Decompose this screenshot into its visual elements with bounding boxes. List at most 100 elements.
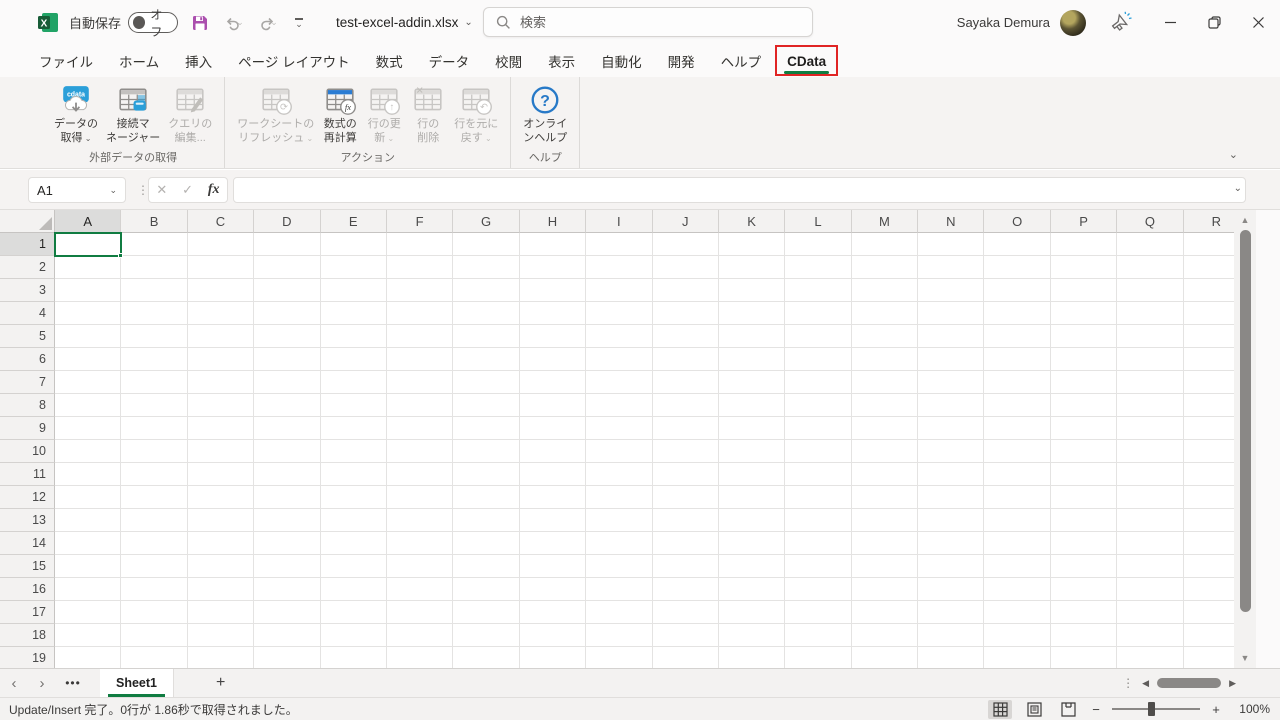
grid-cell[interactable]: [1050, 279, 1118, 302]
tab-developer[interactable]: 開発: [655, 46, 708, 76]
grid-cell[interactable]: [187, 532, 255, 555]
grid-cell[interactable]: [187, 601, 255, 624]
grid-cell[interactable]: [785, 509, 852, 532]
grid-cell[interactable]: [586, 302, 653, 325]
grid-cell[interactable]: [254, 555, 321, 578]
grid-cell[interactable]: [785, 624, 852, 647]
grid-cell[interactable]: [586, 601, 653, 624]
column-header-G[interactable]: G: [453, 210, 520, 233]
grid-cell[interactable]: [1117, 348, 1184, 371]
grid-cell[interactable]: [652, 417, 719, 440]
grid-cell[interactable]: [851, 532, 919, 555]
grid-cell[interactable]: [187, 325, 255, 348]
grid-cell[interactable]: [1117, 440, 1184, 463]
get-data-button[interactable]: cdata データの 取得 ⌄: [50, 80, 102, 147]
grid-cell[interactable]: [519, 440, 587, 463]
document-title[interactable]: test-excel-addin.xlsx ⌄: [336, 15, 473, 30]
grid-cell[interactable]: [254, 417, 321, 440]
tab-help[interactable]: ヘルプ: [708, 46, 775, 76]
grid-cell[interactable]: [121, 486, 188, 509]
grid-cell[interactable]: [851, 463, 919, 486]
row-header-16[interactable]: 16: [0, 578, 55, 601]
grid-cell[interactable]: [519, 256, 587, 279]
collapse-ribbon-chevron-icon[interactable]: ⌄: [1229, 148, 1238, 161]
grid-cell[interactable]: [718, 256, 786, 279]
grid-cell[interactable]: [718, 325, 786, 348]
grid-cell[interactable]: [386, 325, 454, 348]
grid-cell[interactable]: [55, 348, 122, 371]
tab-page-layout[interactable]: ページ レイアウト: [225, 46, 362, 76]
redo-button[interactable]: ⌄: [256, 11, 280, 35]
grid-cell[interactable]: [1183, 532, 1234, 555]
grid-cell[interactable]: [1117, 233, 1184, 256]
grid-cell[interactable]: [453, 256, 520, 279]
grid-cell[interactable]: [519, 325, 587, 348]
grid-cell[interactable]: [785, 279, 852, 302]
zoom-in-button[interactable]: +: [1210, 702, 1222, 717]
grid-cell[interactable]: [121, 394, 188, 417]
cancel-entry-icon[interactable]: ✕: [156, 182, 167, 198]
grid-cell[interactable]: [519, 348, 587, 371]
grid-cell[interactable]: [851, 325, 919, 348]
grid-cell[interactable]: [519, 532, 587, 555]
column-header-J[interactable]: J: [652, 210, 719, 233]
column-header-Q[interactable]: Q: [1117, 210, 1184, 233]
grid-cell[interactable]: [453, 233, 520, 256]
grid-cell[interactable]: [785, 463, 852, 486]
grid-cell[interactable]: [187, 624, 255, 647]
grid-cell[interactable]: [851, 555, 919, 578]
grid-cell[interactable]: [320, 417, 387, 440]
grid-cell[interactable]: [386, 624, 454, 647]
grid-cell[interactable]: [187, 233, 255, 256]
tab-file[interactable]: ファイル: [26, 46, 106, 76]
grid-cell[interactable]: [718, 463, 786, 486]
restore-button[interactable]: [1192, 0, 1236, 45]
grid-cell[interactable]: [1050, 325, 1118, 348]
grid-cell[interactable]: [320, 233, 387, 256]
grid-cell[interactable]: [851, 578, 919, 601]
grid-cell[interactable]: [1183, 440, 1234, 463]
grid-cell[interactable]: [1183, 325, 1234, 348]
grid-cell[interactable]: [851, 279, 919, 302]
grid-cell[interactable]: [386, 233, 454, 256]
row-header-6[interactable]: 6: [0, 348, 55, 371]
grid-cell[interactable]: [254, 440, 321, 463]
row-header-1[interactable]: 1: [0, 233, 55, 256]
grid-cell[interactable]: [121, 302, 188, 325]
grid-cell[interactable]: [1050, 233, 1118, 256]
search-box[interactable]: [483, 7, 813, 37]
grid-cell[interactable]: [718, 532, 786, 555]
page-layout-view-button[interactable]: [1022, 700, 1046, 719]
grid-cell[interactable]: [918, 279, 985, 302]
all-sheets-icon[interactable]: •••: [56, 676, 90, 690]
grid-cell[interactable]: [121, 279, 188, 302]
grid-cell[interactable]: [453, 509, 520, 532]
grid-cell[interactable]: [1050, 440, 1118, 463]
excel-app-icon[interactable]: X: [38, 12, 59, 33]
grid-cell[interactable]: [519, 463, 587, 486]
grid-cell[interactable]: [586, 509, 653, 532]
column-header-N[interactable]: N: [918, 210, 985, 233]
grid-cell[interactable]: [320, 256, 387, 279]
grid-cell[interactable]: [453, 624, 520, 647]
grid-cell[interactable]: [1117, 371, 1184, 394]
grid-cell[interactable]: [586, 394, 653, 417]
column-header-I[interactable]: I: [586, 210, 653, 233]
grid-cell[interactable]: [984, 601, 1051, 624]
grid-cell[interactable]: [918, 440, 985, 463]
grid-cell[interactable]: [187, 578, 255, 601]
grid-cell[interactable]: [984, 532, 1051, 555]
grid-cell[interactable]: [386, 394, 454, 417]
grid-cell[interactable]: [918, 371, 985, 394]
grid-cell[interactable]: [1050, 463, 1118, 486]
grid-cell[interactable]: [718, 555, 786, 578]
row-header-12[interactable]: 12: [0, 486, 55, 509]
undo-dropdown-chevron-icon[interactable]: ⌄: [236, 17, 244, 28]
grid-cell[interactable]: [121, 371, 188, 394]
grid-cell[interactable]: [519, 233, 587, 256]
grid-cell[interactable]: [586, 440, 653, 463]
column-header-B[interactable]: B: [121, 210, 188, 233]
tab-review[interactable]: 校閲: [482, 46, 535, 76]
grid-cell[interactable]: [785, 486, 852, 509]
grid-cell[interactable]: [785, 647, 852, 668]
